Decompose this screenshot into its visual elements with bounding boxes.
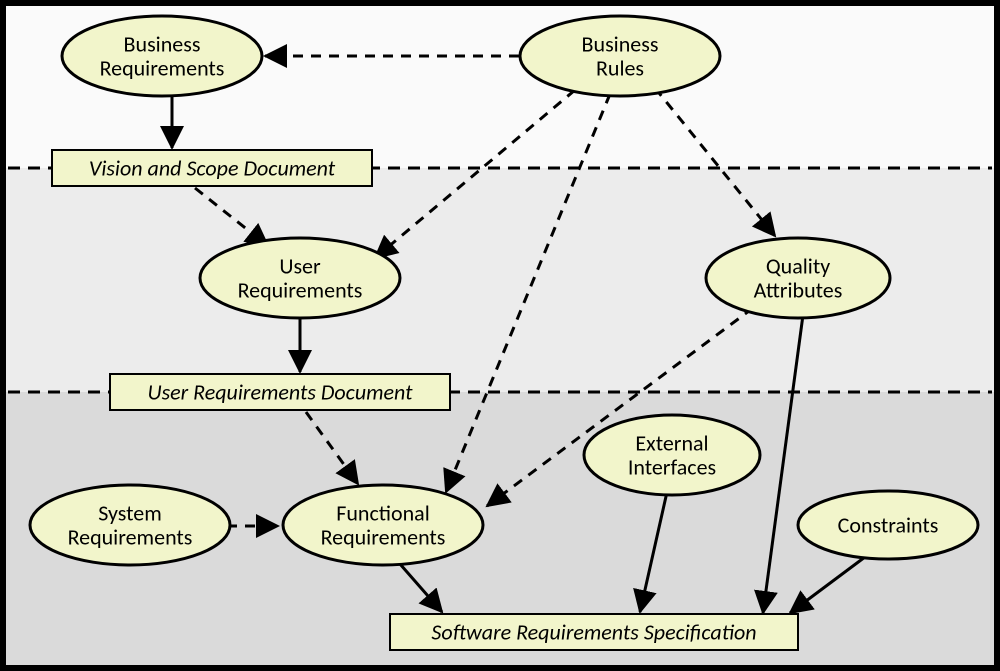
node-user-req-doc: User Requirements Document: [110, 374, 450, 410]
label: Requirements: [68, 523, 193, 550]
label: Vision and Scope Document: [89, 154, 336, 181]
label: Rules: [596, 54, 644, 81]
label: Business: [124, 30, 201, 57]
label: Software Requirements Specification: [431, 618, 756, 645]
node-user-requirements: User Requirements: [200, 238, 400, 318]
node-business-rules: Business Rules: [520, 16, 720, 96]
label: System: [98, 499, 162, 526]
label: Requirements: [321, 523, 446, 550]
label: Business: [582, 30, 659, 57]
node-srs-doc: Software Requirements Specification: [390, 614, 798, 650]
requirements-diagram: Business Requirements Business Rules Vis…: [0, 0, 1000, 671]
node-quality-attributes: Quality Attributes: [706, 238, 890, 318]
label: Quality: [766, 252, 830, 279]
label: External: [635, 429, 708, 456]
node-external-interfaces: External Interfaces: [584, 415, 760, 495]
node-business-requirements: Business Requirements: [62, 16, 262, 96]
label: Requirements: [100, 54, 225, 81]
label: Interfaces: [628, 453, 716, 480]
label: User Requirements Document: [147, 378, 413, 405]
node-vision-scope-doc: Vision and Scope Document: [52, 150, 372, 186]
node-constraints: Constraints: [798, 491, 978, 559]
label: Attributes: [754, 276, 843, 303]
label: Functional: [336, 499, 430, 526]
node-system-requirements: System Requirements: [30, 485, 230, 565]
label: User: [279, 252, 321, 279]
node-functional-requirements: Functional Requirements: [283, 485, 483, 565]
label: Constraints: [838, 511, 939, 538]
label: Requirements: [238, 276, 363, 303]
